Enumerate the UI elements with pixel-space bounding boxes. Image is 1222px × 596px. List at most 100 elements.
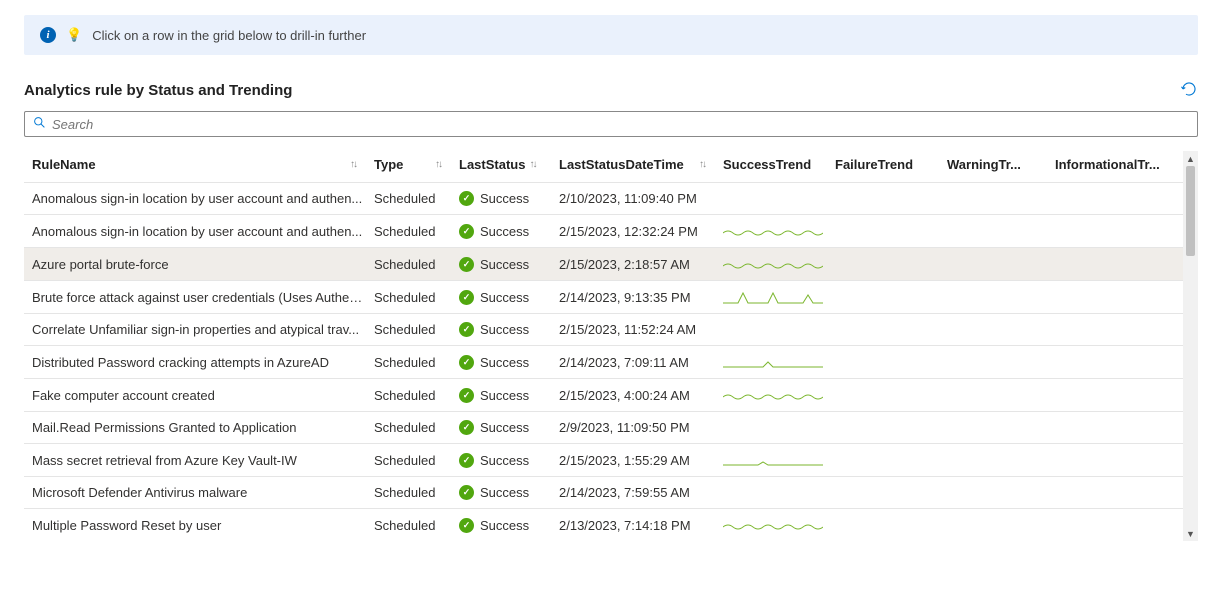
cell-type: Scheduled	[374, 485, 459, 500]
cell-type: Scheduled	[374, 290, 459, 305]
cell-rulename: Microsoft Defender Antivirus malware	[32, 485, 374, 500]
success-icon: ✓	[459, 191, 474, 206]
success-icon: ✓	[459, 420, 474, 435]
scroll-up-icon[interactable]: ▲	[1183, 151, 1198, 166]
table-row[interactable]: Brute force attack against user credenti…	[24, 280, 1183, 313]
cell-rulename: Mass secret retrieval from Azure Key Vau…	[32, 453, 374, 468]
cell-rulename: Azure portal brute-force	[32, 257, 374, 272]
section-title: Analytics rule by Status and Trending	[24, 82, 292, 99]
col-successtrend[interactable]: SuccessTrend	[723, 157, 835, 172]
bulb-icon: 💡	[66, 27, 82, 43]
scrollbar[interactable]: ▲ ▼	[1183, 151, 1198, 541]
cell-laststatus: ✓ Success	[459, 355, 559, 370]
cell-laststatus: ✓ Success	[459, 290, 559, 305]
table-row[interactable]: Microsoft Defender Antivirus malwareSche…	[24, 476, 1183, 508]
cell-rulename: Multiple Password Reset by user	[32, 518, 374, 533]
search-icon	[33, 116, 46, 132]
cell-type: Scheduled	[374, 453, 459, 468]
table-row[interactable]: Distributed Password cracking attempts i…	[24, 345, 1183, 378]
cell-laststatusdatetime: 2/13/2023, 7:14:18 PM	[559, 518, 723, 533]
col-laststatus[interactable]: LastStatus ↑↓	[459, 157, 559, 172]
cell-type: Scheduled	[374, 257, 459, 272]
success-icon: ✓	[459, 290, 474, 305]
status-label: Success	[480, 485, 529, 500]
cell-laststatusdatetime: 2/15/2023, 11:52:24 AM	[559, 322, 723, 337]
cell-laststatus: ✓Success	[459, 518, 559, 533]
cell-type: Scheduled	[374, 388, 459, 403]
info-banner: i 💡 Click on a row in the grid below to …	[24, 15, 1198, 55]
info-icon: i	[40, 27, 56, 43]
status-label: Success	[480, 388, 529, 403]
table-row[interactable]: Mail.Read Permissions Granted to Applica…	[24, 411, 1183, 443]
cell-rulename: Fake computer account created	[32, 388, 374, 403]
undo-icon[interactable]	[1180, 80, 1198, 101]
table-header: RuleName ↑↓ Type ↑↓ LastStatus ↑↓ LastSt…	[24, 151, 1183, 182]
cell-laststatus: ✓Success	[459, 322, 559, 337]
table-row[interactable]: Azure portal brute-forceScheduled✓ Succes…	[24, 247, 1183, 280]
col-rulename-label: RuleName	[32, 157, 96, 172]
cell-laststatus: ✓Success	[459, 420, 559, 435]
col-warningtrend[interactable]: WarningTr...	[947, 157, 1055, 172]
cell-rulename: Correlate Unfamiliar sign-in properties …	[32, 322, 374, 337]
cell-laststatus: ✓Success	[459, 485, 559, 500]
sparkline	[723, 289, 823, 305]
success-icon: ✓	[459, 388, 474, 403]
success-icon: ✓	[459, 518, 474, 533]
search-input[interactable]	[52, 117, 1189, 132]
col-laststatusdatetime-label: LastStatusDateTime	[559, 157, 684, 172]
sparkline	[723, 223, 823, 239]
table-row[interactable]: Anomalous sign-in location by user accou…	[24, 182, 1183, 214]
success-icon: ✓	[459, 257, 474, 272]
cell-rulename: Anomalous sign-in location by user accou…	[32, 224, 374, 239]
cell-type: Scheduled	[374, 518, 459, 533]
col-laststatus-label: LastStatus	[459, 157, 525, 172]
sort-icon: ↑↓	[529, 159, 535, 170]
scrollbar-thumb[interactable]	[1186, 166, 1195, 256]
cell-successtrend	[723, 223, 835, 239]
success-icon: ✓	[459, 224, 474, 239]
cell-type: Scheduled	[374, 322, 459, 337]
cell-laststatus: ✓ Success	[459, 257, 559, 272]
col-type[interactable]: Type ↑↓	[374, 157, 459, 172]
sparkline	[723, 387, 823, 403]
col-type-label: Type	[374, 157, 403, 172]
cell-rulename: Distributed Password cracking attempts i…	[32, 355, 374, 370]
col-failuretrend-label: FailureTrend	[835, 157, 913, 172]
table-row[interactable]: Correlate Unfamiliar sign-in properties …	[24, 313, 1183, 345]
cell-laststatus: ✓ Success	[459, 191, 559, 206]
sparkline	[723, 354, 823, 370]
cell-successtrend	[723, 256, 835, 272]
status-label: Success	[480, 290, 529, 305]
cell-rulename: Anomalous sign-in location by user accou…	[32, 191, 374, 206]
col-warningtrend-label: WarningTr...	[947, 157, 1021, 172]
col-rulename[interactable]: RuleName ↑↓	[32, 157, 374, 172]
sort-icon: ↑↓	[699, 159, 705, 170]
status-label: Success	[480, 257, 529, 272]
table-row[interactable]: Fake computer account createdScheduled✓ S…	[24, 378, 1183, 411]
cell-laststatusdatetime: 2/15/2023, 4:00:24 AM	[559, 388, 723, 403]
success-icon: ✓	[459, 355, 474, 370]
table-row[interactable]: Anomalous sign-in location by user accou…	[24, 214, 1183, 247]
table-row[interactable]: Mass secret retrieval from Azure Key Vau…	[24, 443, 1183, 476]
cell-laststatusdatetime: 2/14/2023, 7:59:55 AM	[559, 485, 723, 500]
success-icon: ✓	[459, 453, 474, 468]
cell-laststatus: ✓Success	[459, 224, 559, 239]
col-failuretrend[interactable]: FailureTrend	[835, 157, 947, 172]
sort-icon: ↑↓	[435, 159, 441, 170]
cell-successtrend	[723, 289, 835, 305]
col-informationaltrend[interactable]: InformationalTr...	[1055, 157, 1175, 172]
col-laststatusdatetime[interactable]: LastStatusDateTime ↑↓	[559, 157, 723, 172]
cell-rulename: Brute force attack against user credenti…	[32, 290, 374, 305]
scroll-down-icon[interactable]: ▼	[1183, 526, 1198, 541]
cell-type: Scheduled	[374, 355, 459, 370]
sparkline	[723, 517, 823, 533]
status-label: Success	[480, 355, 529, 370]
col-informationaltrend-label: InformationalTr...	[1055, 157, 1160, 172]
cell-laststatusdatetime: 2/14/2023, 7:09:11 AM	[559, 355, 723, 370]
search-wrap[interactable]	[24, 111, 1198, 137]
cell-laststatusdatetime: 2/14/2023, 9:13:35 PM	[559, 290, 723, 305]
status-label: Success	[480, 191, 529, 206]
cell-type: Scheduled	[374, 420, 459, 435]
table-row[interactable]: Multiple Password Reset by userScheduled…	[24, 508, 1183, 541]
status-label: Success	[480, 453, 529, 468]
